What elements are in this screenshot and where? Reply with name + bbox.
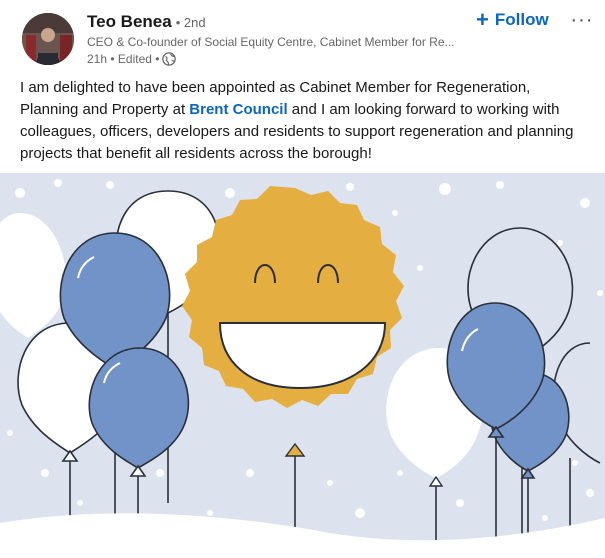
celebration-balloons-icon (0, 173, 605, 558)
post-timestamp: 21h • Edited • (87, 52, 160, 66)
author-avatar[interactable] (22, 13, 74, 65)
follow-button[interactable]: + Follow (476, 8, 549, 32)
post-meta: 21h • Edited • (87, 52, 177, 66)
plus-icon: + (476, 7, 489, 32)
post-header: Teo Benea • 2nd CEO & Co-founder of Soci… (0, 0, 605, 76)
follow-label: Follow (494, 10, 549, 29)
author-headline: CEO & Co-founder of Social Equity Centre… (87, 35, 455, 49)
more-options-button[interactable]: ··· (568, 8, 596, 32)
author-name-row: Teo Benea • 2nd (87, 12, 206, 32)
avatar-photo-icon (22, 13, 74, 65)
connection-degree: • 2nd (175, 15, 206, 30)
author-name[interactable]: Teo Benea (87, 12, 172, 32)
feed-post: Teo Benea • 2nd CEO & Co-founder of Soci… (0, 0, 605, 558)
post-image[interactable] (0, 173, 605, 558)
more-icon: ··· (570, 8, 594, 31)
post-text: I am delighted to have been appointed as… (20, 77, 590, 165)
globe-icon (162, 52, 177, 66)
mention-link[interactable]: Brent Council (189, 101, 287, 118)
